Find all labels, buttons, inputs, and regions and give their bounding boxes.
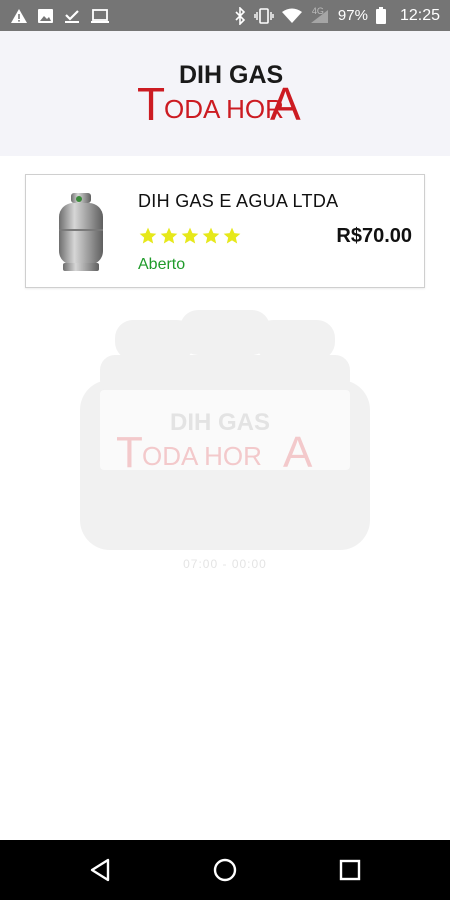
watermark-top-text: DIH GAS bbox=[170, 409, 270, 436]
watermark-logo: DIH GAS T ODA HOR A bbox=[80, 310, 370, 550]
image-icon bbox=[37, 8, 54, 24]
signal-icon: 4G bbox=[310, 5, 330, 24]
app-logo: DIH GAS T ODA HOR A bbox=[137, 61, 301, 130]
star-icon bbox=[139, 227, 157, 244]
store-status: Aberto bbox=[138, 256, 186, 273]
logo-middle-text: ODA HOR bbox=[164, 94, 284, 124]
store-card[interactable]: DIH GAS E AGUA LTDA R$70.00 Aberto bbox=[25, 174, 425, 288]
wifi-icon bbox=[281, 8, 302, 24]
notification-icons bbox=[10, 8, 110, 24]
logo-letter-a: A bbox=[270, 78, 301, 130]
gas-cylinder-icon bbox=[59, 193, 103, 271]
system-icons: 4G 97% 12:25 bbox=[234, 5, 440, 25]
star-icon bbox=[223, 227, 241, 244]
star-icon bbox=[160, 227, 178, 244]
warning-icon bbox=[10, 8, 28, 24]
logo-letter-t: T bbox=[137, 78, 165, 130]
logo-top-text: DIH GAS bbox=[179, 61, 283, 89]
watermark-letter-a: A bbox=[283, 428, 313, 477]
app-header: DIH GAS T ODA HOR A bbox=[0, 31, 450, 156]
back-icon[interactable] bbox=[86, 855, 116, 885]
store-name: DIH GAS E AGUA LTDA bbox=[138, 191, 339, 211]
store-price: R$70.00 bbox=[336, 225, 412, 247]
status-bar: 4G 97% 12:25 bbox=[0, 0, 450, 31]
bluetooth-icon bbox=[234, 6, 246, 25]
watermark-letter-t: T bbox=[116, 428, 143, 477]
star-rating bbox=[138, 226, 242, 246]
vibrate-icon bbox=[254, 7, 274, 24]
network-type: 4G bbox=[311, 5, 324, 16]
home-icon[interactable] bbox=[210, 855, 240, 885]
download-done-icon bbox=[63, 8, 81, 24]
clock: 12:25 bbox=[399, 6, 440, 24]
star-icon bbox=[181, 227, 199, 244]
navigation-bar bbox=[0, 840, 450, 900]
laptop-icon bbox=[90, 8, 110, 24]
battery-percent: 97% bbox=[337, 7, 368, 24]
recents-icon[interactable] bbox=[335, 855, 365, 885]
battery-icon bbox=[375, 7, 386, 24]
opening-hours: 07:00 - 00:00 bbox=[183, 557, 267, 571]
star-icon bbox=[202, 227, 220, 244]
watermark-middle-text: ODA HOR bbox=[142, 441, 262, 471]
